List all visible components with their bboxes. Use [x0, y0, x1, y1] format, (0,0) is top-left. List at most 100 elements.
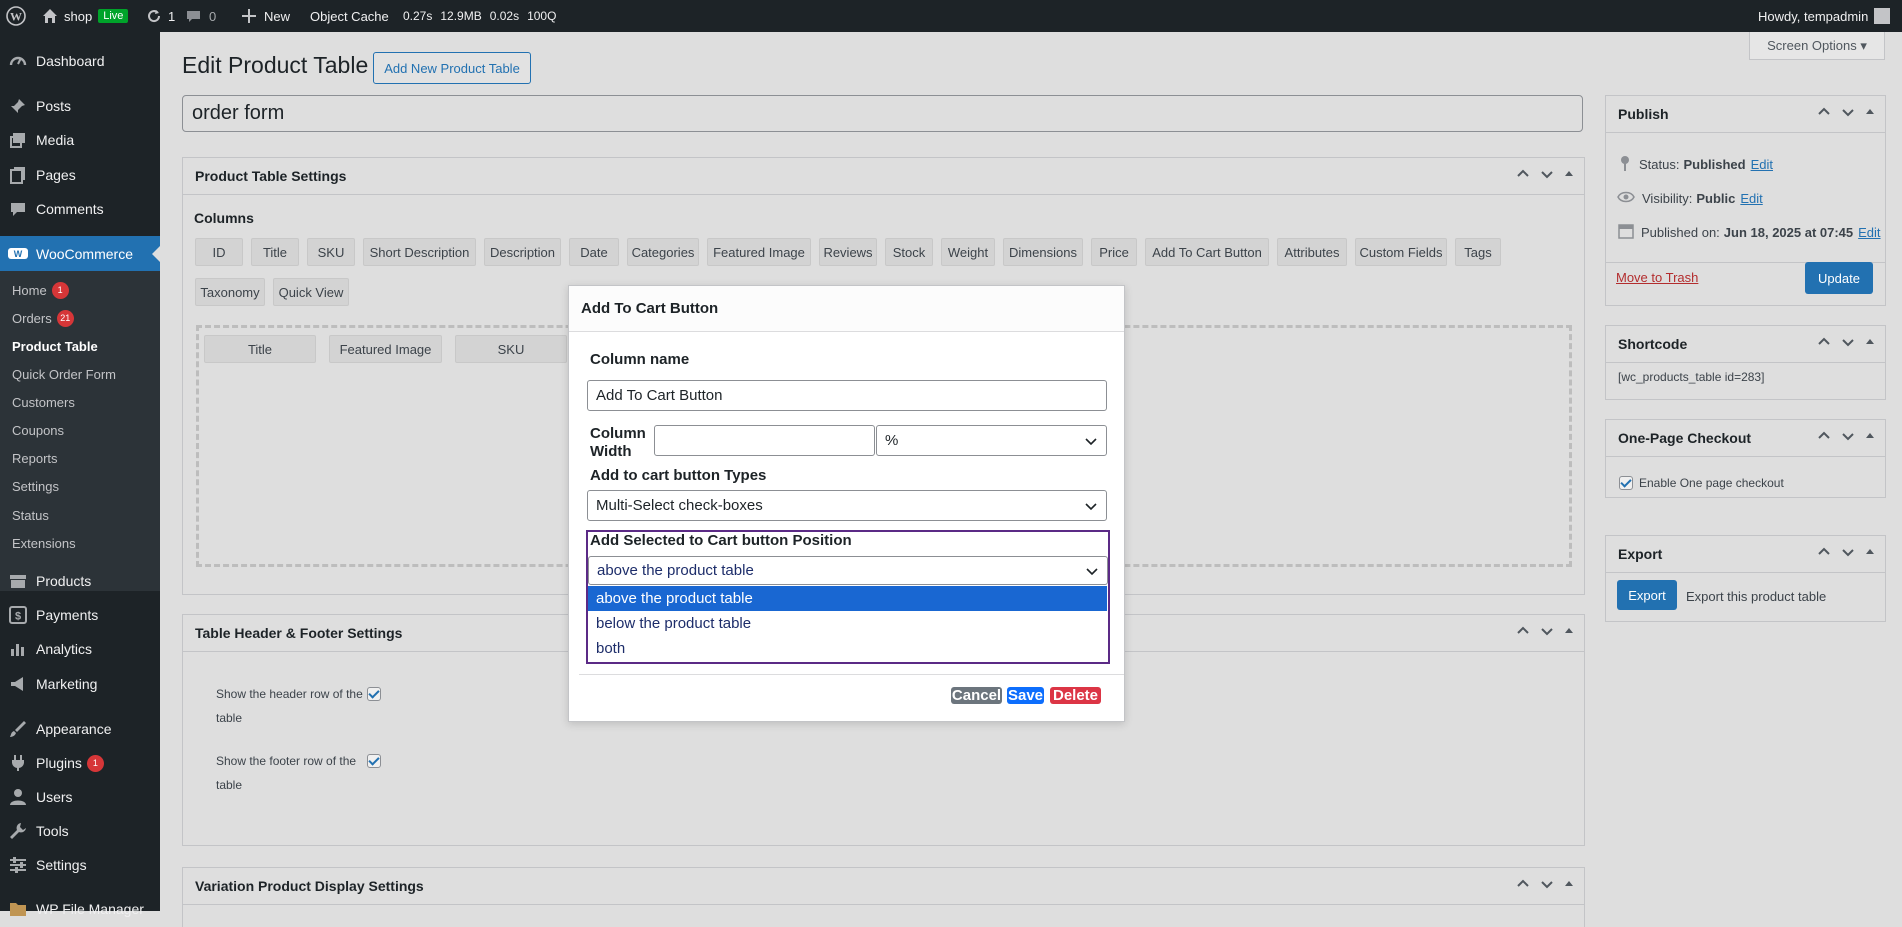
my-account-link[interactable]: Howdy, tempadmin	[1758, 0, 1891, 32]
menu-dashboard[interactable]: Dashboard	[0, 44, 160, 78]
menu-marketing[interactable]: Marketing	[0, 667, 160, 701]
menu-users[interactable]: Users	[0, 780, 160, 814]
move-up-icon[interactable]	[1516, 167, 1530, 184]
submenu-customers[interactable]: Customers	[12, 391, 75, 413]
menu-woocommerce[interactable]: W WooCommerce	[0, 236, 160, 271]
update-button[interactable]: Update	[1805, 262, 1873, 294]
updates-link[interactable]: 1	[146, 0, 175, 32]
column-chip[interactable]: Tags	[1455, 238, 1501, 266]
menu-plugins[interactable]: Plugins 1	[0, 746, 160, 780]
column-width-input[interactable]	[654, 425, 875, 456]
button-types-select[interactable]: Multi-Select check-boxes	[587, 490, 1107, 521]
move-down-icon[interactable]	[1841, 105, 1855, 122]
column-chip[interactable]: Date	[569, 238, 619, 266]
move-up-icon[interactable]	[1817, 105, 1831, 122]
move-up-icon[interactable]	[1817, 429, 1831, 446]
submenu-reports[interactable]: Reports	[12, 447, 58, 469]
selected-column-chip[interactable]: SKU	[455, 335, 567, 363]
position-option[interactable]: both	[588, 636, 1107, 661]
move-down-icon[interactable]	[1540, 167, 1554, 184]
move-up-icon[interactable]	[1817, 335, 1831, 352]
submenu-settings[interactable]: Settings	[12, 475, 59, 497]
menu-analytics[interactable]: Analytics	[0, 632, 160, 666]
submenu-quick-order-form[interactable]: Quick Order Form	[12, 363, 116, 385]
move-up-icon[interactable]	[1516, 624, 1530, 641]
column-name-input[interactable]: Add To Cart Button	[587, 380, 1107, 411]
width-unit-select[interactable]: %	[876, 425, 1107, 456]
site-home-link[interactable]: shop Live	[42, 0, 129, 32]
column-chip[interactable]: ID	[195, 238, 243, 266]
toggle-panel-icon[interactable]	[1865, 429, 1875, 446]
column-chip[interactable]: Featured Image	[707, 238, 811, 266]
move-down-icon[interactable]	[1841, 545, 1855, 562]
submenu-orders[interactable]: Orders 21	[12, 307, 74, 329]
shortcode-text[interactable]: [wc_products_table id=283]	[1618, 368, 1764, 386]
column-chip[interactable]: SKU	[307, 238, 355, 266]
query-monitor-link[interactable]: 0.27s 12.9MB 0.02s 100Q	[403, 0, 556, 32]
column-chip[interactable]: Attributes	[1277, 238, 1347, 266]
toggle-panel-icon[interactable]	[1865, 335, 1875, 352]
toggle-panel-icon[interactable]	[1564, 877, 1574, 894]
column-chip[interactable]: Price	[1091, 238, 1137, 266]
delete-button[interactable]: Delete	[1050, 687, 1101, 704]
add-new-product-table-button[interactable]: Add New Product Table	[373, 52, 531, 84]
move-up-icon[interactable]	[1817, 545, 1831, 562]
column-chip[interactable]: Custom Fields	[1355, 238, 1447, 266]
submenu-coupons[interactable]: Coupons	[12, 419, 64, 441]
column-chip[interactable]: Add To Cart Button	[1145, 238, 1269, 266]
column-chip[interactable]: Stock	[885, 238, 933, 266]
move-down-icon[interactable]	[1841, 335, 1855, 352]
toggle-panel-icon[interactable]	[1865, 545, 1875, 562]
post-title-input[interactable]: order form	[182, 95, 1583, 132]
menu-settings[interactable]: Settings	[0, 848, 160, 882]
move-down-icon[interactable]	[1540, 624, 1554, 641]
position-option[interactable]: below the product table	[588, 611, 1107, 636]
position-option[interactable]: above the product table	[588, 586, 1107, 611]
export-button[interactable]: Export	[1617, 580, 1677, 610]
menu-appearance[interactable]: Appearance	[0, 712, 160, 746]
column-chip[interactable]: Quick View	[273, 278, 349, 306]
column-chip[interactable]: Title	[251, 238, 299, 266]
submenu-extensions[interactable]: Extensions	[12, 532, 76, 554]
show-footer-checkbox[interactable]	[367, 754, 381, 768]
save-button[interactable]: Save	[1007, 687, 1044, 704]
toggle-panel-icon[interactable]	[1564, 624, 1574, 641]
menu-tools[interactable]: Tools	[0, 814, 160, 848]
column-chip[interactable]: Short Description	[363, 238, 476, 266]
move-down-icon[interactable]	[1540, 877, 1554, 894]
cancel-button[interactable]: Cancel	[951, 687, 1002, 704]
column-chip[interactable]: Reviews	[819, 238, 877, 266]
menu-comments[interactable]: Comments	[0, 192, 160, 226]
move-to-trash-link[interactable]: Move to Trash	[1616, 268, 1698, 286]
wordpress-logo-icon[interactable]: W	[6, 0, 26, 32]
object-cache-link[interactable]: Object Cache	[310, 0, 389, 32]
selected-column-chip[interactable]: Title	[204, 335, 316, 363]
move-up-icon[interactable]	[1516, 877, 1530, 894]
comments-link[interactable]: 0	[186, 0, 216, 32]
selected-column-chip[interactable]: Featured Image	[329, 335, 442, 363]
menu-products[interactable]: Products	[0, 564, 160, 598]
column-chip[interactable]: Weight	[941, 238, 995, 266]
menu-wp-file-manager[interactable]: WP File Manager	[0, 892, 160, 926]
menu-payments[interactable]: $ Payments	[0, 598, 160, 632]
position-select[interactable]: above the product table	[588, 556, 1108, 585]
edit-visibility-link[interactable]: Edit	[1740, 191, 1762, 206]
submenu-home[interactable]: Home 1	[12, 279, 69, 301]
menu-posts[interactable]: Posts	[0, 89, 160, 123]
toggle-panel-icon[interactable]	[1564, 167, 1574, 184]
submenu-status[interactable]: Status	[12, 504, 49, 526]
enable-one-page-checkout-checkbox[interactable]	[1619, 476, 1633, 490]
submenu-product-table[interactable]: Product Table	[12, 335, 98, 357]
edit-status-link[interactable]: Edit	[1751, 157, 1773, 172]
screen-options-button[interactable]: Screen Options ▾	[1749, 32, 1885, 60]
column-chip[interactable]: Categories	[627, 238, 699, 266]
column-chip[interactable]: Taxonomy	[195, 278, 265, 306]
column-chip[interactable]: Description	[484, 238, 561, 266]
menu-pages[interactable]: Pages	[0, 158, 160, 192]
menu-media[interactable]: Media	[0, 123, 160, 157]
toggle-panel-icon[interactable]	[1865, 105, 1875, 122]
move-down-icon[interactable]	[1841, 429, 1855, 446]
new-content-link[interactable]: New	[242, 0, 290, 32]
column-chip[interactable]: Dimensions	[1003, 238, 1083, 266]
edit-date-link[interactable]: Edit	[1858, 225, 1880, 240]
